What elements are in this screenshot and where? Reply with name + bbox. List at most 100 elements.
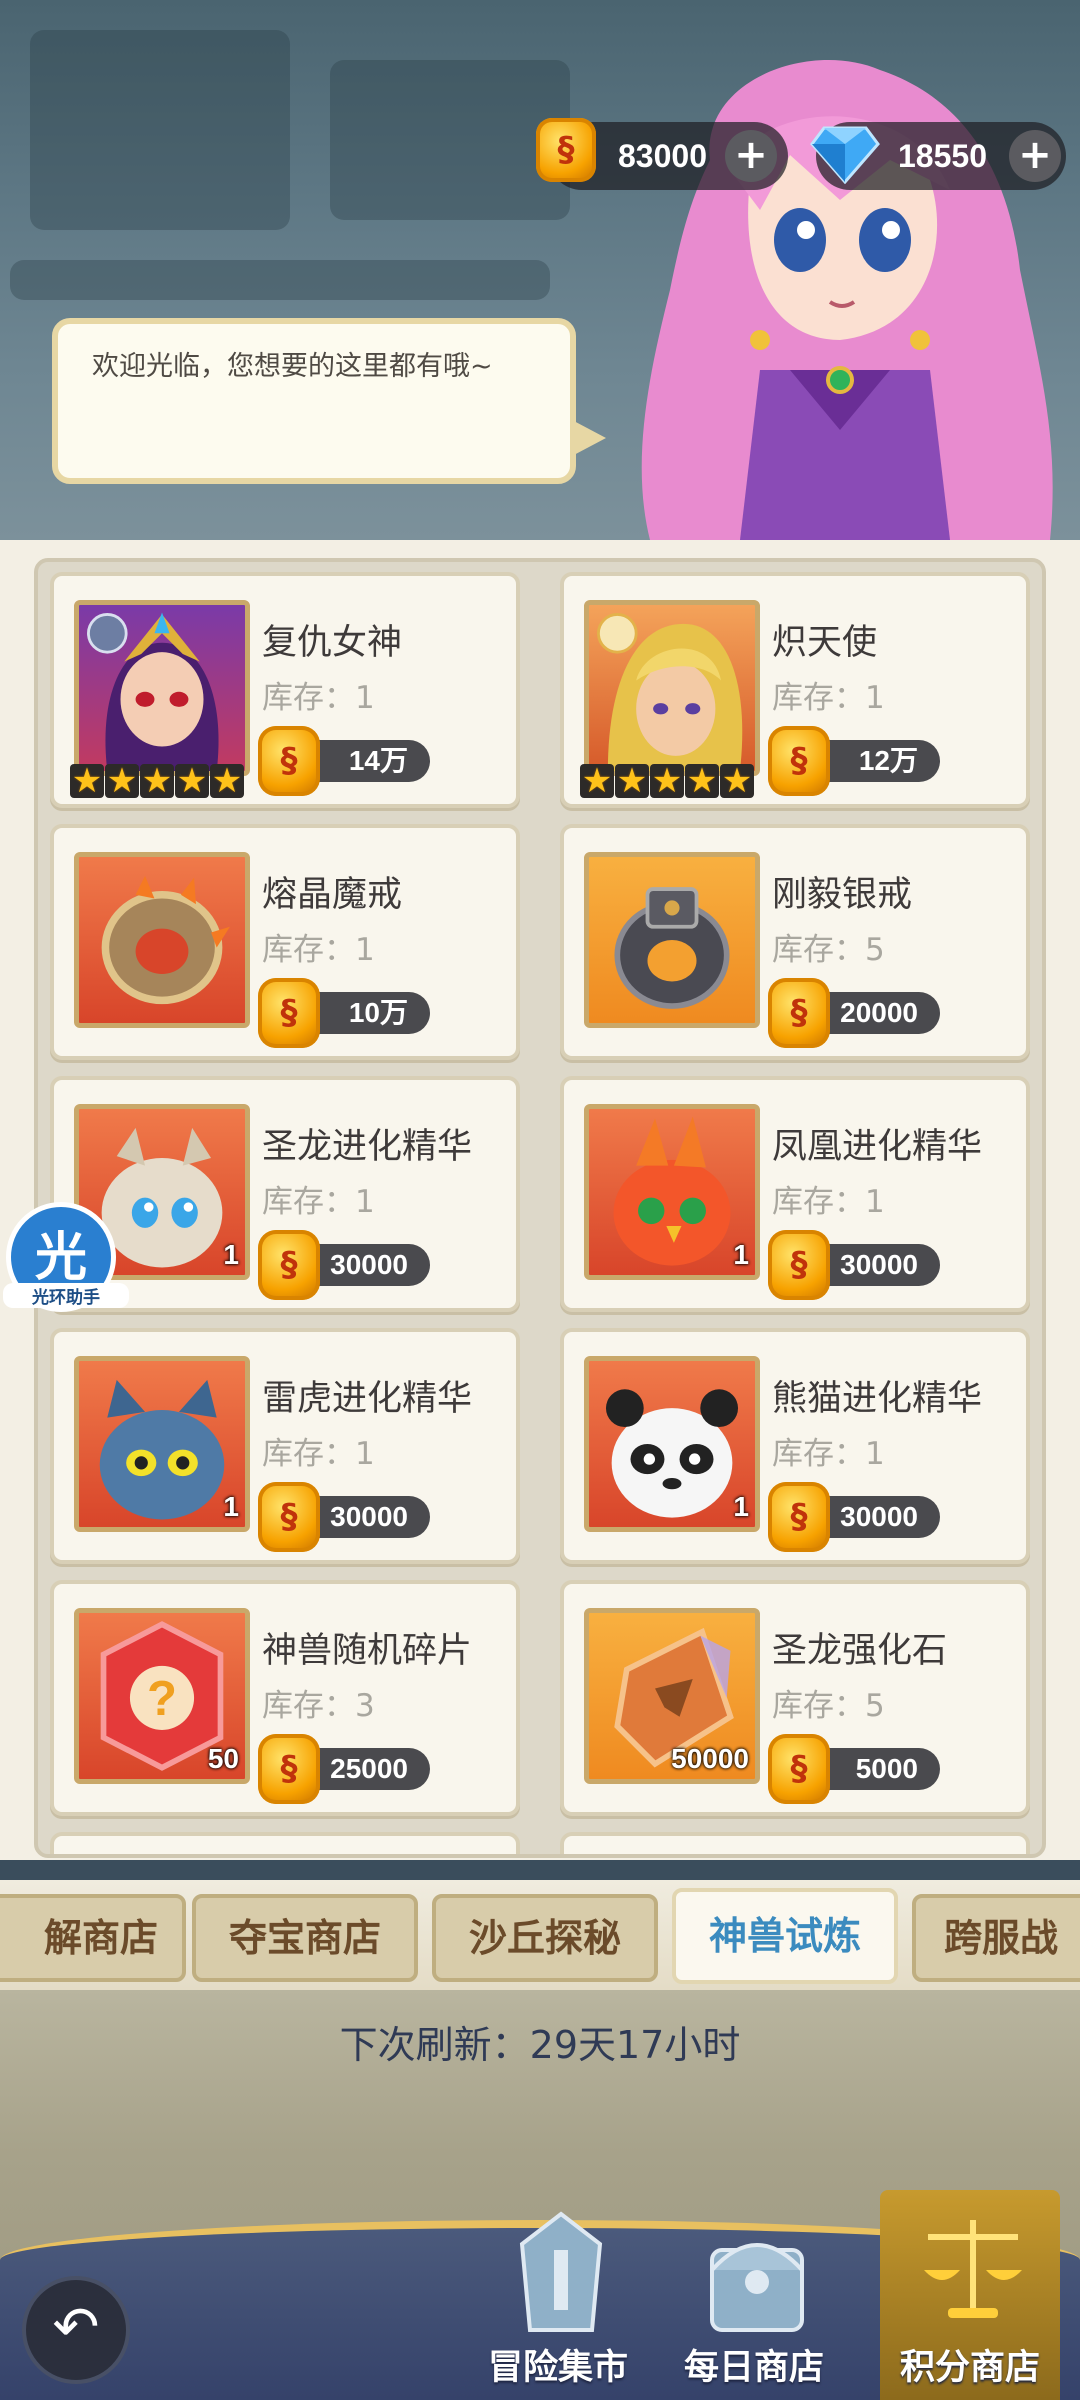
star-icon: ★ [140,761,174,801]
gold-coin-icon: § [258,978,320,1048]
background-counter [10,260,550,300]
shop-item-card[interactable] [50,1832,520,1854]
gold-coin-icon: § [258,1482,320,1552]
shop-item-card[interactable]: 50000 圣龙强化石 库存：5 5000 § [560,1580,1030,1816]
thunder-tiger-pet-icon: 1 [74,1356,250,1532]
item-name: 凤凰进化精华 [772,1127,983,1167]
item-name: 圣龙进化精华 [262,1127,473,1167]
tab-cross-server[interactable]: 跨服战 [912,1894,1080,1982]
star-icon: ★ [105,761,139,801]
shop-item-card[interactable]: 1 雷虎进化精华 库存：1 30000 § [50,1328,520,1564]
phoenix-pet-icon: 1 [584,1104,760,1280]
item-count: 1 [733,1239,749,1270]
helper-label: 光环助手 [3,1283,129,1308]
diamond-amount: 18550 [898,137,987,174]
npc-speech-bubble: 欢迎光临，您想要的这里都有哦~ [52,318,576,484]
dragon-enhance-stone-icon: 50000 [584,1608,760,1784]
star-icon: ★ [615,761,649,801]
nav-daily-shop[interactable]: 每日商店 [664,2200,844,2400]
helper-glyph: 光 [34,1228,87,1288]
shop-item-card[interactable]: ★ ★ ★ ★ ★ 复仇女神 库存：1 14万 § [50,572,520,808]
shop-npc-scene: 83000 + § 18550 + 欢迎光临，您想要的这里都有哦~ [0,0,1080,540]
item-stock: 库存：5 [772,932,885,968]
shop-panel: ★★★★★ 复仇女神 库存：1 14万 § ★★★★★ 炽天使 [0,540,1080,1860]
shop-item-grid[interactable]: ★★★★★ 复仇女神 库存：1 14万 § ★★★★★ 炽天使 [34,558,1046,1858]
random-beast-shard-icon: ? 50 [74,1608,250,1784]
gold-coin-icon: § [768,726,830,796]
star-icon: ★ [70,761,104,801]
shop-item-card[interactable]: 1 熊猫进化精华 库存：1 30000 § [560,1328,1030,1564]
item-stock: 库存：5 [772,1688,885,1724]
shop-item-card[interactable]: ★ ★ ★ ★ ★ 炽天使 库存：1 12万 § [560,572,1030,808]
item-name: 刚毅银戒 [772,875,913,915]
star-icon: ★ [580,761,614,801]
tab-treasure-shop[interactable]: 夺宝商店 [192,1894,418,1982]
item-stock: 库存：1 [262,1436,375,1472]
nav-label: 积分商店 [899,2348,1040,2388]
gold-coin-icon: § [768,1734,830,1804]
background-shelf [330,60,570,220]
gold-amount: 83000 [618,137,707,174]
gold-coin-icon: § [258,1230,320,1300]
item-name: 雷虎进化精华 [262,1379,473,1419]
tower-icon [519,2211,603,2332]
item-name: 圣龙强化石 [772,1631,948,1671]
diamond-icon [810,126,880,184]
tab-beast-trial[interactable]: 神兽试炼 [672,1888,898,1984]
gold-coin-icon: § [258,726,320,796]
add-gold-button[interactable]: + [724,130,777,182]
item-name: 复仇女神 [262,623,403,663]
shop-tabs: 解商店 夺宝商店 沙丘探秘 神兽试炼 跨服战 [0,1880,1080,1990]
item-count: 1 [223,1239,239,1270]
tab-shop-1[interactable]: 解商店 [0,1894,186,1982]
shop-item-card[interactable]: 熔晶魔戒 库存：1 10万 § [50,824,520,1060]
gold-coin-icon: § [768,1482,830,1552]
seraph-icon [597,613,743,771]
npc-speech-text: 欢迎光临，您想要的这里都有哦~ [92,351,493,382]
speech-bubble-tail [572,420,606,456]
nav-adventure-market[interactable]: 冒险集市 [468,2200,648,2400]
star-icon: ★ [210,761,244,801]
shop-item-card[interactable] [560,1832,1030,1854]
silver-ring-icon [584,852,760,1028]
shop-item-card[interactable]: 刚毅银戒 库存：5 20000 § [560,824,1030,1060]
refresh-countdown: 下次刷新：29天17小时 [339,2023,741,2067]
item-stock: 库存：1 [262,1184,375,1220]
star-icon: ★ [175,761,209,801]
nav-label: 冒险集市 [487,2348,628,2388]
star-icon: ★ [685,761,719,801]
halo-assistant-button[interactable]: 光 光环助手 [3,1202,129,1312]
gold-coin-icon: § [768,1230,830,1300]
tab-dune-explore[interactable]: 沙丘探秘 [432,1894,658,1982]
gold-coin-icon: § [258,1734,320,1804]
item-count: 1 [223,1491,239,1522]
star-rating: ★ ★ ★ ★ ★ [580,764,756,798]
nav-points-shop[interactable]: 积分商店 [880,2190,1060,2400]
shop-item-card[interactable]: 1 圣龙进化精华 库存：1 30000 § [50,1076,520,1312]
nemesis-icon [87,612,219,771]
chest-icon [710,2243,804,2332]
item-count: 1 [733,1491,749,1522]
gold-coin-icon: § [768,978,830,1048]
lava-crystal-ring-icon [74,852,250,1028]
shop-item-card[interactable]: ? 50 神兽随机碎片 库存：3 25000 § [50,1580,520,1816]
item-count: 50000 [671,1743,749,1774]
svg-text:?: ? [147,1672,177,1726]
star-icon: ★ [720,761,754,801]
shop-item-card[interactable]: 1 凤凰进化精华 库存：1 30000 § [560,1076,1030,1312]
hero-nemesis-portrait [74,600,250,776]
star-icon: ★ [650,761,684,801]
add-diamond-button[interactable]: + [1008,130,1061,182]
item-stock: 库存：1 [262,680,375,716]
item-stock: 库存：1 [262,932,375,968]
item-name: 炽天使 [772,623,878,663]
scales-icon [924,2220,1022,2318]
item-name: 熊猫进化精华 [772,1379,983,1419]
shopkeeper-npc-portrait [641,60,1053,540]
item-stock: 库存：1 [772,680,885,716]
panda-pet-icon: 1 [584,1356,760,1532]
back-button[interactable]: ↶ [22,2276,130,2384]
nav-label: 每日商店 [683,2348,824,2388]
hero-seraph-portrait [584,600,760,776]
item-name: 熔晶魔戒 [262,875,403,915]
